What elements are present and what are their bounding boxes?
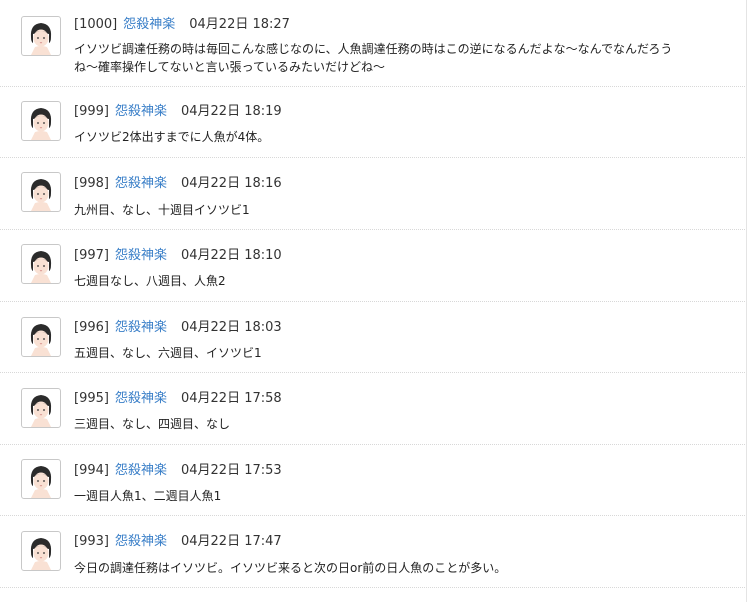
comment-item: [999] 怨殺神楽 04月22日 18:19 イソツビ2体出すまでに人魚が4体。 [0,87,745,158]
comment-item: [996] 怨殺神楽 04月22日 18:03 五週目、なし、六週目、イソツビ1 [0,302,745,373]
comment-number: [995] [74,391,109,406]
comment-number: [994] [74,463,109,478]
comment-number: [999] [74,104,109,119]
user-avatar-icon[interactable] [21,388,61,428]
comment-author-link[interactable]: 怨殺神楽 [115,534,167,549]
avatar-figure-icon [30,395,52,427]
comment-item: [995] 怨殺神楽 04月22日 17:58 三週目、なし、四週目、なし [0,373,745,445]
comment-body: 今日の調達任務はイソツビ。イソツビ来ると次の日or前の日人魚のことが多い。 [74,561,507,575]
comment-meta: [999] 怨殺神楽 04月22日 18:19 [74,103,282,121]
comment-item: [997] 怨殺神楽 04月22日 18:10 七週目なし、八週目、人魚2 [0,230,745,302]
user-avatar-icon[interactable] [21,317,61,357]
user-avatar-icon[interactable] [21,531,61,571]
avatar-figure-icon [30,251,52,283]
comment-meta: [993] 怨殺神楽 04月22日 17:47 [74,533,282,551]
comment-date: 04月22日 17:58 [180,391,282,406]
comment-body: 九州目、なし、十週目イソツビ1 [74,203,250,217]
comment-body: 五週目、なし、六週目、イソツビ1 [74,346,262,360]
comment-meta: [1000] 怨殺神楽 04月22日 18:27 [74,16,290,34]
comment-number: [998] [74,176,109,191]
comment-item: [998] 怨殺神楽 04月22日 18:16 九州目、なし、十週目イソツビ1 [0,158,745,230]
avatar-figure-icon [30,538,52,570]
comment-number: [996] [74,320,109,335]
user-avatar-icon[interactable] [21,16,61,56]
comment-author-link[interactable]: 怨殺神楽 [115,391,167,406]
comment-author-link[interactable]: 怨殺神楽 [115,104,167,119]
comment-number: [993] [74,534,109,549]
avatar-figure-icon [30,324,52,356]
comment-body: イソツビ2体出すまでに人魚が4体。 [74,130,270,144]
comment-date: 04月22日 18:16 [180,176,282,191]
comment-author-link[interactable]: 怨殺神楽 [115,176,167,191]
comment-author-link[interactable]: 怨殺神楽 [123,17,175,32]
comment-date: 04月22日 18:03 [180,320,282,335]
comment-date: 04月22日 17:47 [180,534,282,549]
comment-number: [1000] [74,17,118,32]
comment-body: 一週目人魚1、二週目人魚1 [74,489,222,503]
comment-meta: [996] 怨殺神楽 04月22日 18:03 [74,319,282,337]
comment-body: 三週目、なし、四週目、なし [74,417,231,431]
avatar-figure-icon [30,466,52,498]
comment-date: 04月22日 18:10 [180,248,282,263]
comment-item: [1000] 怨殺神楽 04月22日 18:27 イソツビ調達任務の時は毎回こんな感… [0,0,745,87]
comment-meta: [995] 怨殺神楽 04月22日 17:58 [74,390,282,408]
comment-date: 04月22日 17:53 [180,463,282,478]
avatar-figure-icon [30,179,52,211]
user-avatar-icon[interactable] [21,172,61,212]
comment-author-link[interactable]: 怨殺神楽 [115,463,167,478]
comment-author-link[interactable]: 怨殺神楽 [115,320,167,335]
comment-meta: [997] 怨殺神楽 04月22日 18:10 [74,247,282,265]
comment-meta: [994] 怨殺神楽 04月22日 17:53 [74,462,282,480]
user-avatar-icon[interactable] [21,244,61,284]
comment-body: 七週目なし、八週目、人魚2 [74,274,226,288]
comment-thread: [1000] 怨殺神楽 04月22日 18:27 イソツビ調達任務の時は毎回こんな感… [0,0,747,602]
comment-meta: [998] 怨殺神楽 04月22日 18:16 [74,175,282,193]
comment-date: 04月22日 18:19 [180,104,282,119]
comment-date: 04月22日 18:27 [189,17,290,32]
comment-number: [997] [74,248,109,263]
avatar-figure-icon [30,108,52,140]
user-avatar-icon[interactable] [21,101,61,141]
user-avatar-icon[interactable] [21,459,61,499]
comment-author-link[interactable]: 怨殺神楽 [115,248,167,263]
comment-body: イソツビ調達任務の時は毎回こんな感じなのに、人魚調達任務の時はこの逆になるんだよ… [74,42,673,74]
comment-item: [993] 怨殺神楽 04月22日 17:47 今日の調達任務はイソツビ。イソツビ来… [0,516,745,588]
avatar-figure-icon [30,23,52,55]
comment-item: [994] 怨殺神楽 04月22日 17:53 一週目人魚1、二週目人魚1 [0,445,745,516]
